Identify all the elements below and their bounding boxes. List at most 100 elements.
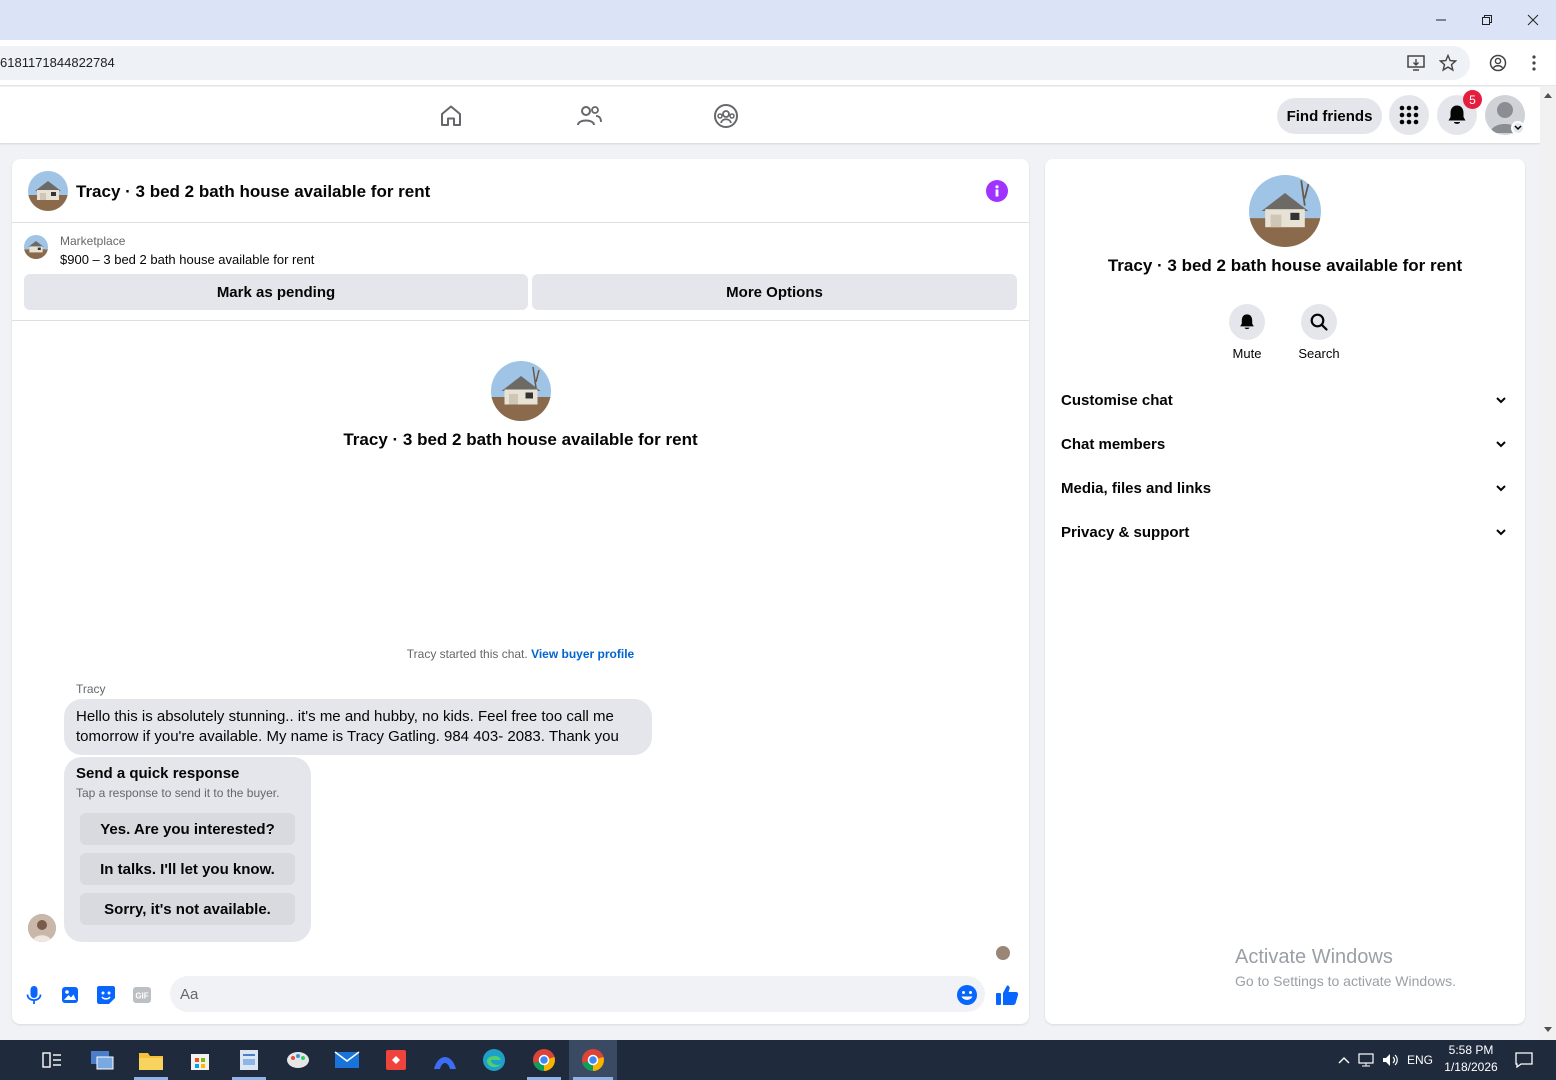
restore-icon[interactable] — [1472, 6, 1502, 34]
message-composer: GIF — [12, 974, 1029, 1024]
grid-icon — [1399, 105, 1419, 125]
chevron-down-icon — [1493, 524, 1509, 540]
store-icon[interactable] — [186, 1046, 214, 1074]
section-label: Customise chat — [1061, 391, 1173, 409]
mute-button[interactable]: Mute — [1211, 304, 1283, 361]
task-view-icon[interactable] — [38, 1046, 66, 1074]
quick-response-option[interactable]: In talks. I'll let you know. — [80, 853, 295, 885]
profile-icon[interactable] — [1487, 52, 1509, 74]
home-icon[interactable] — [434, 99, 468, 133]
friends-icon[interactable] — [572, 99, 606, 133]
action-center-icon[interactable] — [1510, 1046, 1538, 1074]
gif-icon[interactable]: GIF — [130, 983, 154, 1007]
more-options-button[interactable]: More Options — [532, 274, 1017, 310]
search-icon[interactable] — [1301, 304, 1337, 340]
chat-members-section[interactable]: Chat members — [1061, 422, 1509, 466]
quick-response-subtitle: Tap a response to send it to the buyer. — [76, 786, 280, 800]
sender-name: Tracy — [76, 682, 106, 696]
scroll-down-icon[interactable] — [1544, 1027, 1552, 1032]
seen-indicator-avatar — [996, 946, 1010, 960]
listing-price-title[interactable]: $900 – 3 bed 2 bath house available for … — [60, 252, 314, 267]
listing-avatar[interactable] — [28, 171, 68, 211]
marketplace-label: Marketplace — [60, 234, 126, 248]
document-app-icon[interactable] — [235, 1046, 263, 1074]
volume-icon[interactable] — [1377, 1046, 1405, 1074]
anydesk-icon[interactable] — [382, 1046, 410, 1074]
chevron-down-icon — [1493, 436, 1509, 452]
chevron-down-icon — [1493, 480, 1509, 496]
privacy-support-section[interactable]: Privacy & support — [1061, 510, 1509, 554]
language-indicator[interactable]: ENG — [1406, 1053, 1434, 1067]
app-icon[interactable] — [431, 1046, 459, 1074]
menu-grid-button[interactable] — [1389, 95, 1429, 135]
chrome-icon[interactable] — [530, 1046, 558, 1074]
chat-info-panel: Tracy · 3 bed 2 bath house available for… — [1045, 159, 1525, 1024]
chevron-down-icon — [1493, 392, 1509, 408]
section-label: Media, files and links — [1061, 479, 1212, 497]
minimize-icon[interactable] — [1426, 6, 1456, 34]
clock-date: 1/18/2026 — [1444, 1060, 1498, 1074]
message-bubble: Hello this is absolutely stunning.. it's… — [64, 699, 652, 755]
media-files-links-section[interactable]: Media, files and links — [1061, 466, 1509, 510]
chrome-profile-icon[interactable] — [579, 1046, 607, 1074]
info-listing-avatar — [1249, 175, 1321, 247]
url-text[interactable]: 6181171844822784 — [0, 55, 115, 70]
browser-title-bar — [0, 0, 1556, 40]
started-text: Tracy started this chat. — [406, 647, 528, 661]
activate-windows-watermark: Activate Windows Go to Settings to activ… — [1235, 946, 1456, 989]
conversation-avatar — [491, 361, 551, 421]
find-friends-button[interactable]: Find friends — [1277, 98, 1382, 134]
bookmark-star-icon[interactable] — [1437, 52, 1459, 74]
browser-menu-icon[interactable] — [1523, 52, 1545, 74]
url-field[interactable]: 6181171844822784 — [0, 46, 1470, 80]
section-label: Privacy & support — [1061, 523, 1190, 541]
quick-response-card: Send a quick response Tap a response to … — [64, 757, 311, 942]
svg-text:GIF: GIF — [135, 992, 148, 1001]
sender-avatar[interactable] — [28, 914, 56, 942]
section-label: Chat members — [1061, 435, 1166, 453]
chevron-down-icon[interactable] — [1511, 121, 1525, 135]
customise-chat-section[interactable]: Customise chat — [1061, 378, 1509, 422]
chat-title: Tracy · 3 bed 2 bath house available for… — [76, 182, 431, 201]
address-bar: 6181171844822784 — [0, 40, 1556, 86]
like-thumb-icon[interactable] — [995, 983, 1019, 1007]
network-app-icon[interactable] — [88, 1046, 116, 1074]
clock[interactable]: 5:58 PM 1/18/2026 — [1440, 1043, 1502, 1074]
watermark-subtitle: Go to Settings to activate Windows. — [1235, 973, 1456, 989]
bell-icon — [1448, 105, 1466, 124]
notification-badge: 5 — [1463, 90, 1482, 109]
file-explorer-icon[interactable] — [137, 1046, 165, 1074]
listing-thumbnail[interactable] — [24, 235, 48, 259]
facebook-top-nav: Find friends — [0, 87, 1540, 143]
quick-response-option[interactable]: Sorry, it's not available. — [80, 893, 295, 925]
quick-response-title: Send a quick response — [76, 765, 240, 782]
mail-icon[interactable] — [333, 1046, 361, 1074]
message-line: Hello this is absolutely stunning.. it's… — [76, 708, 614, 725]
close-icon[interactable] — [1518, 6, 1548, 34]
scroll-up-icon[interactable] — [1544, 93, 1552, 98]
mark-as-pending-button[interactable]: Mark as pending — [24, 274, 528, 310]
clock-time: 5:58 PM — [1448, 1043, 1494, 1057]
quick-response-option[interactable]: Yes. Are you interested? — [80, 813, 295, 845]
info-panel-title: Tracy · 3 bed 2 bath house available for… — [1107, 256, 1463, 275]
info-icon[interactable] — [986, 180, 1008, 202]
photo-icon[interactable] — [58, 983, 82, 1007]
search-button[interactable]: Search — [1283, 304, 1355, 361]
chat-panel: Tracy · 3 bed 2 bath house available for… — [12, 159, 1029, 1024]
edge-icon[interactable] — [480, 1046, 508, 1074]
message-input[interactable] — [170, 976, 985, 1012]
chat-started-notice: Tracy started this chat. View buyer prof… — [12, 647, 1029, 661]
marketplace-listing-bar: Marketplace $900 – 3 bed 2 bath house av… — [12, 224, 1029, 321]
groups-icon[interactable] — [709, 99, 743, 133]
bell-icon[interactable] — [1229, 304, 1265, 340]
emoji-icon[interactable] — [955, 983, 979, 1007]
view-buyer-profile-link[interactable]: View buyer profile — [531, 647, 634, 661]
sticker-icon[interactable] — [94, 983, 118, 1007]
page-scrollbar[interactable] — [1540, 87, 1556, 1040]
microphone-icon[interactable] — [22, 983, 46, 1007]
paint-app-icon[interactable] — [284, 1046, 312, 1074]
chat-header: Tracy · 3 bed 2 bath house available for… — [12, 159, 1029, 223]
install-app-icon[interactable] — [1405, 52, 1427, 74]
mute-label: Mute — [1232, 346, 1262, 361]
conversation-title: Tracy · 3 bed 2 bath house available for… — [343, 430, 698, 449]
